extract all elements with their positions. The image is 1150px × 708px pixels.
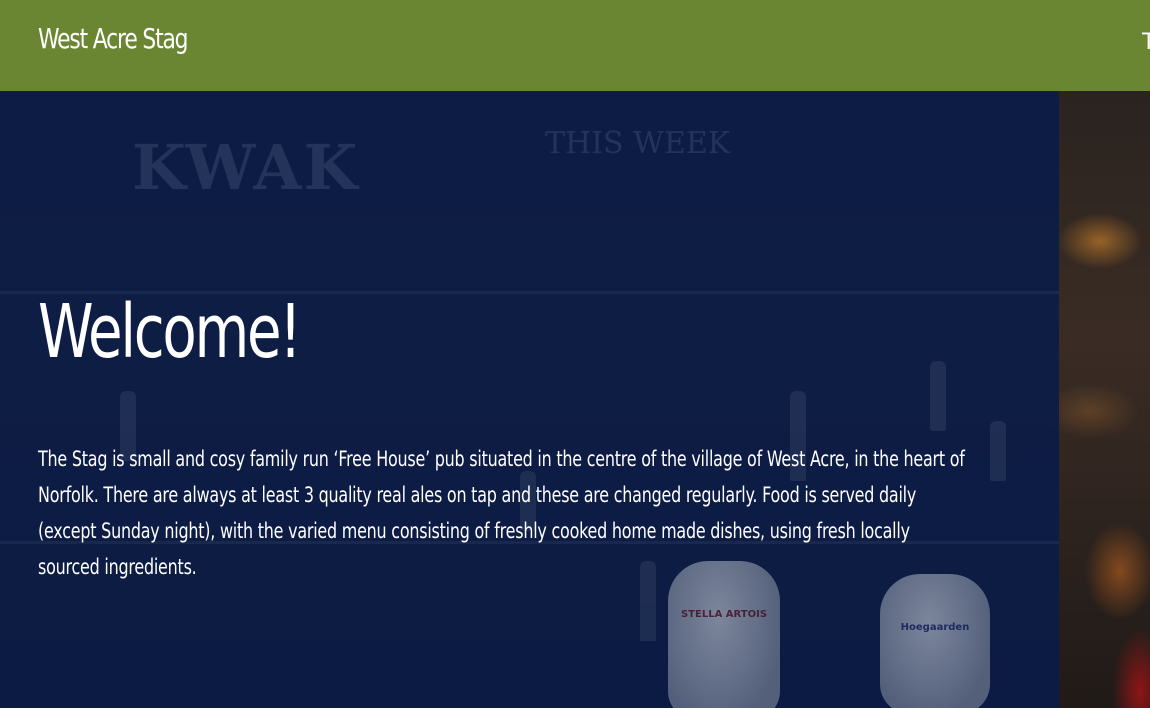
main-nav: T — [1142, 30, 1150, 58]
site-title-link[interactable]: West Acre Stag — [38, 22, 189, 55]
background-kwak-sign: KWAK — [132, 131, 360, 204]
background-tap-handle: Hoegaarden — [880, 574, 990, 708]
background-chalkboard: THIS WEEK — [545, 126, 731, 161]
hero-overlay: KWAK THIS WEEK STELLA ARTOIS Hoegaarden … — [0, 91, 1059, 708]
hero-section: KWAK THIS WEEK STELLA ARTOIS Hoegaarden … — [0, 91, 1150, 708]
intro-paragraph: The Stag is small and cosy family run ‘F… — [38, 447, 965, 579]
tap-label: STELLA ARTOIS — [680, 609, 768, 620]
tap-label: Hoegaarden — [900, 622, 970, 633]
welcome-heading: Welcome! — [38, 289, 302, 375]
nav-item-partial[interactable]: T — [1142, 30, 1150, 55]
background-bottle — [990, 421, 1006, 481]
background-bottle — [930, 361, 946, 431]
site-header: West Acre Stag T — [0, 0, 1150, 91]
